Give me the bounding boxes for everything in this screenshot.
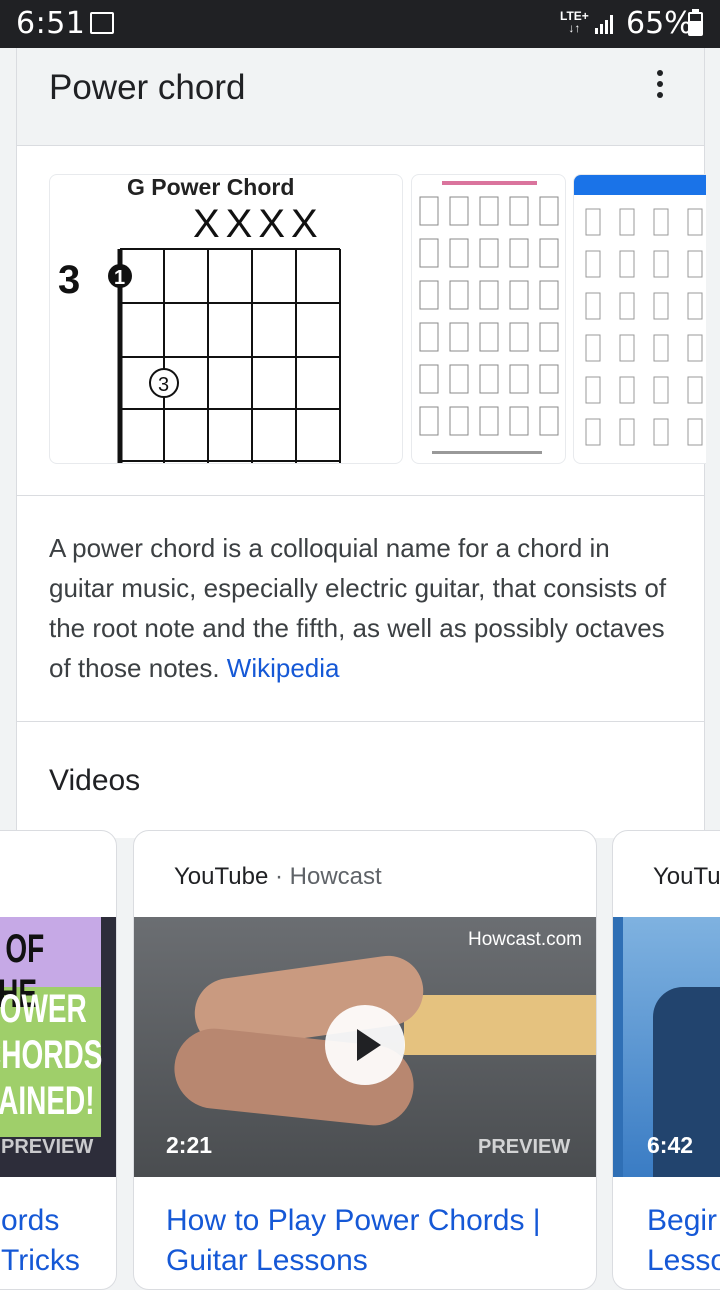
knowledge-card: Power chord G Power Chord XXXX 3 1 3 A p… [16,48,706,838]
description: A power chord is a colloquial name for a… [49,528,679,688]
finger-1: 1 [114,267,125,289]
description-text: A power chord is a colloquial name for a… [49,533,667,683]
video-source: YouTube · Howcast [174,863,382,890]
video-card[interactable]: YouTu 6:42 Begir Lesso [612,830,720,1290]
video-thumbnail[interactable]: Howcast.com 2:21 PREVIEW [134,917,596,1177]
video-title[interactable]: Begir Lesso [647,1201,720,1281]
video-card[interactable]: L OF THE POWER CHORDS LAINED! PREVIEW or… [0,830,117,1290]
video-source: YouTu [653,863,720,890]
video-title[interactable]: ords Tricks [1,1201,80,1281]
video-thumbnail[interactable]: 6:42 [613,917,720,1177]
status-time: 6:51 [16,6,86,41]
play-icon[interactable] [325,1005,405,1085]
video-card[interactable]: YouTube · Howcast Howcast.com 2:21 PREVI… [133,830,597,1290]
fret-number: 3 [58,258,80,302]
chord-chart-image[interactable] [411,174,566,464]
page-title: Power chord [49,68,246,107]
muted-strings: XXXX [193,202,324,246]
finger-3: 3 [158,374,169,396]
status-bar: 6:51 LTE+ ↓↑ 65% [0,0,720,48]
video-duration: 6:42 [647,1132,694,1158]
videos-heading: Videos [49,764,141,797]
chord-diagram-image[interactable]: G Power Chord XXXX 3 1 3 [49,174,403,464]
signal-icon [595,15,613,34]
lessons-chart-image[interactable] [573,174,706,464]
video-title[interactable]: How to Play Power Chords | Guitar Lessons [166,1201,541,1281]
video-duration: 2:21 [166,1132,213,1158]
battery-percent: 65% [626,6,693,41]
card-header: Power chord [17,48,704,146]
preview-label: PREVIEW [478,1136,571,1158]
network-type: LTE+ ↓↑ [560,9,589,35]
more-options-icon[interactable] [649,68,669,100]
chord-diagram-title: G Power Chord [127,175,294,200]
howcast-logo: Howcast.com [467,929,582,950]
divider [17,721,704,722]
divider [17,495,704,496]
image-carousel[interactable]: G Power Chord XXXX 3 1 3 [49,174,706,466]
video-thumbnail[interactable]: L OF THE POWER CHORDS LAINED! PREVIEW [0,917,116,1177]
wikipedia-link[interactable]: Wikipedia [227,653,340,683]
battery-icon [688,9,703,36]
preview-label: PREVIEW [1,1136,94,1158]
image-notification-icon [90,12,114,34]
